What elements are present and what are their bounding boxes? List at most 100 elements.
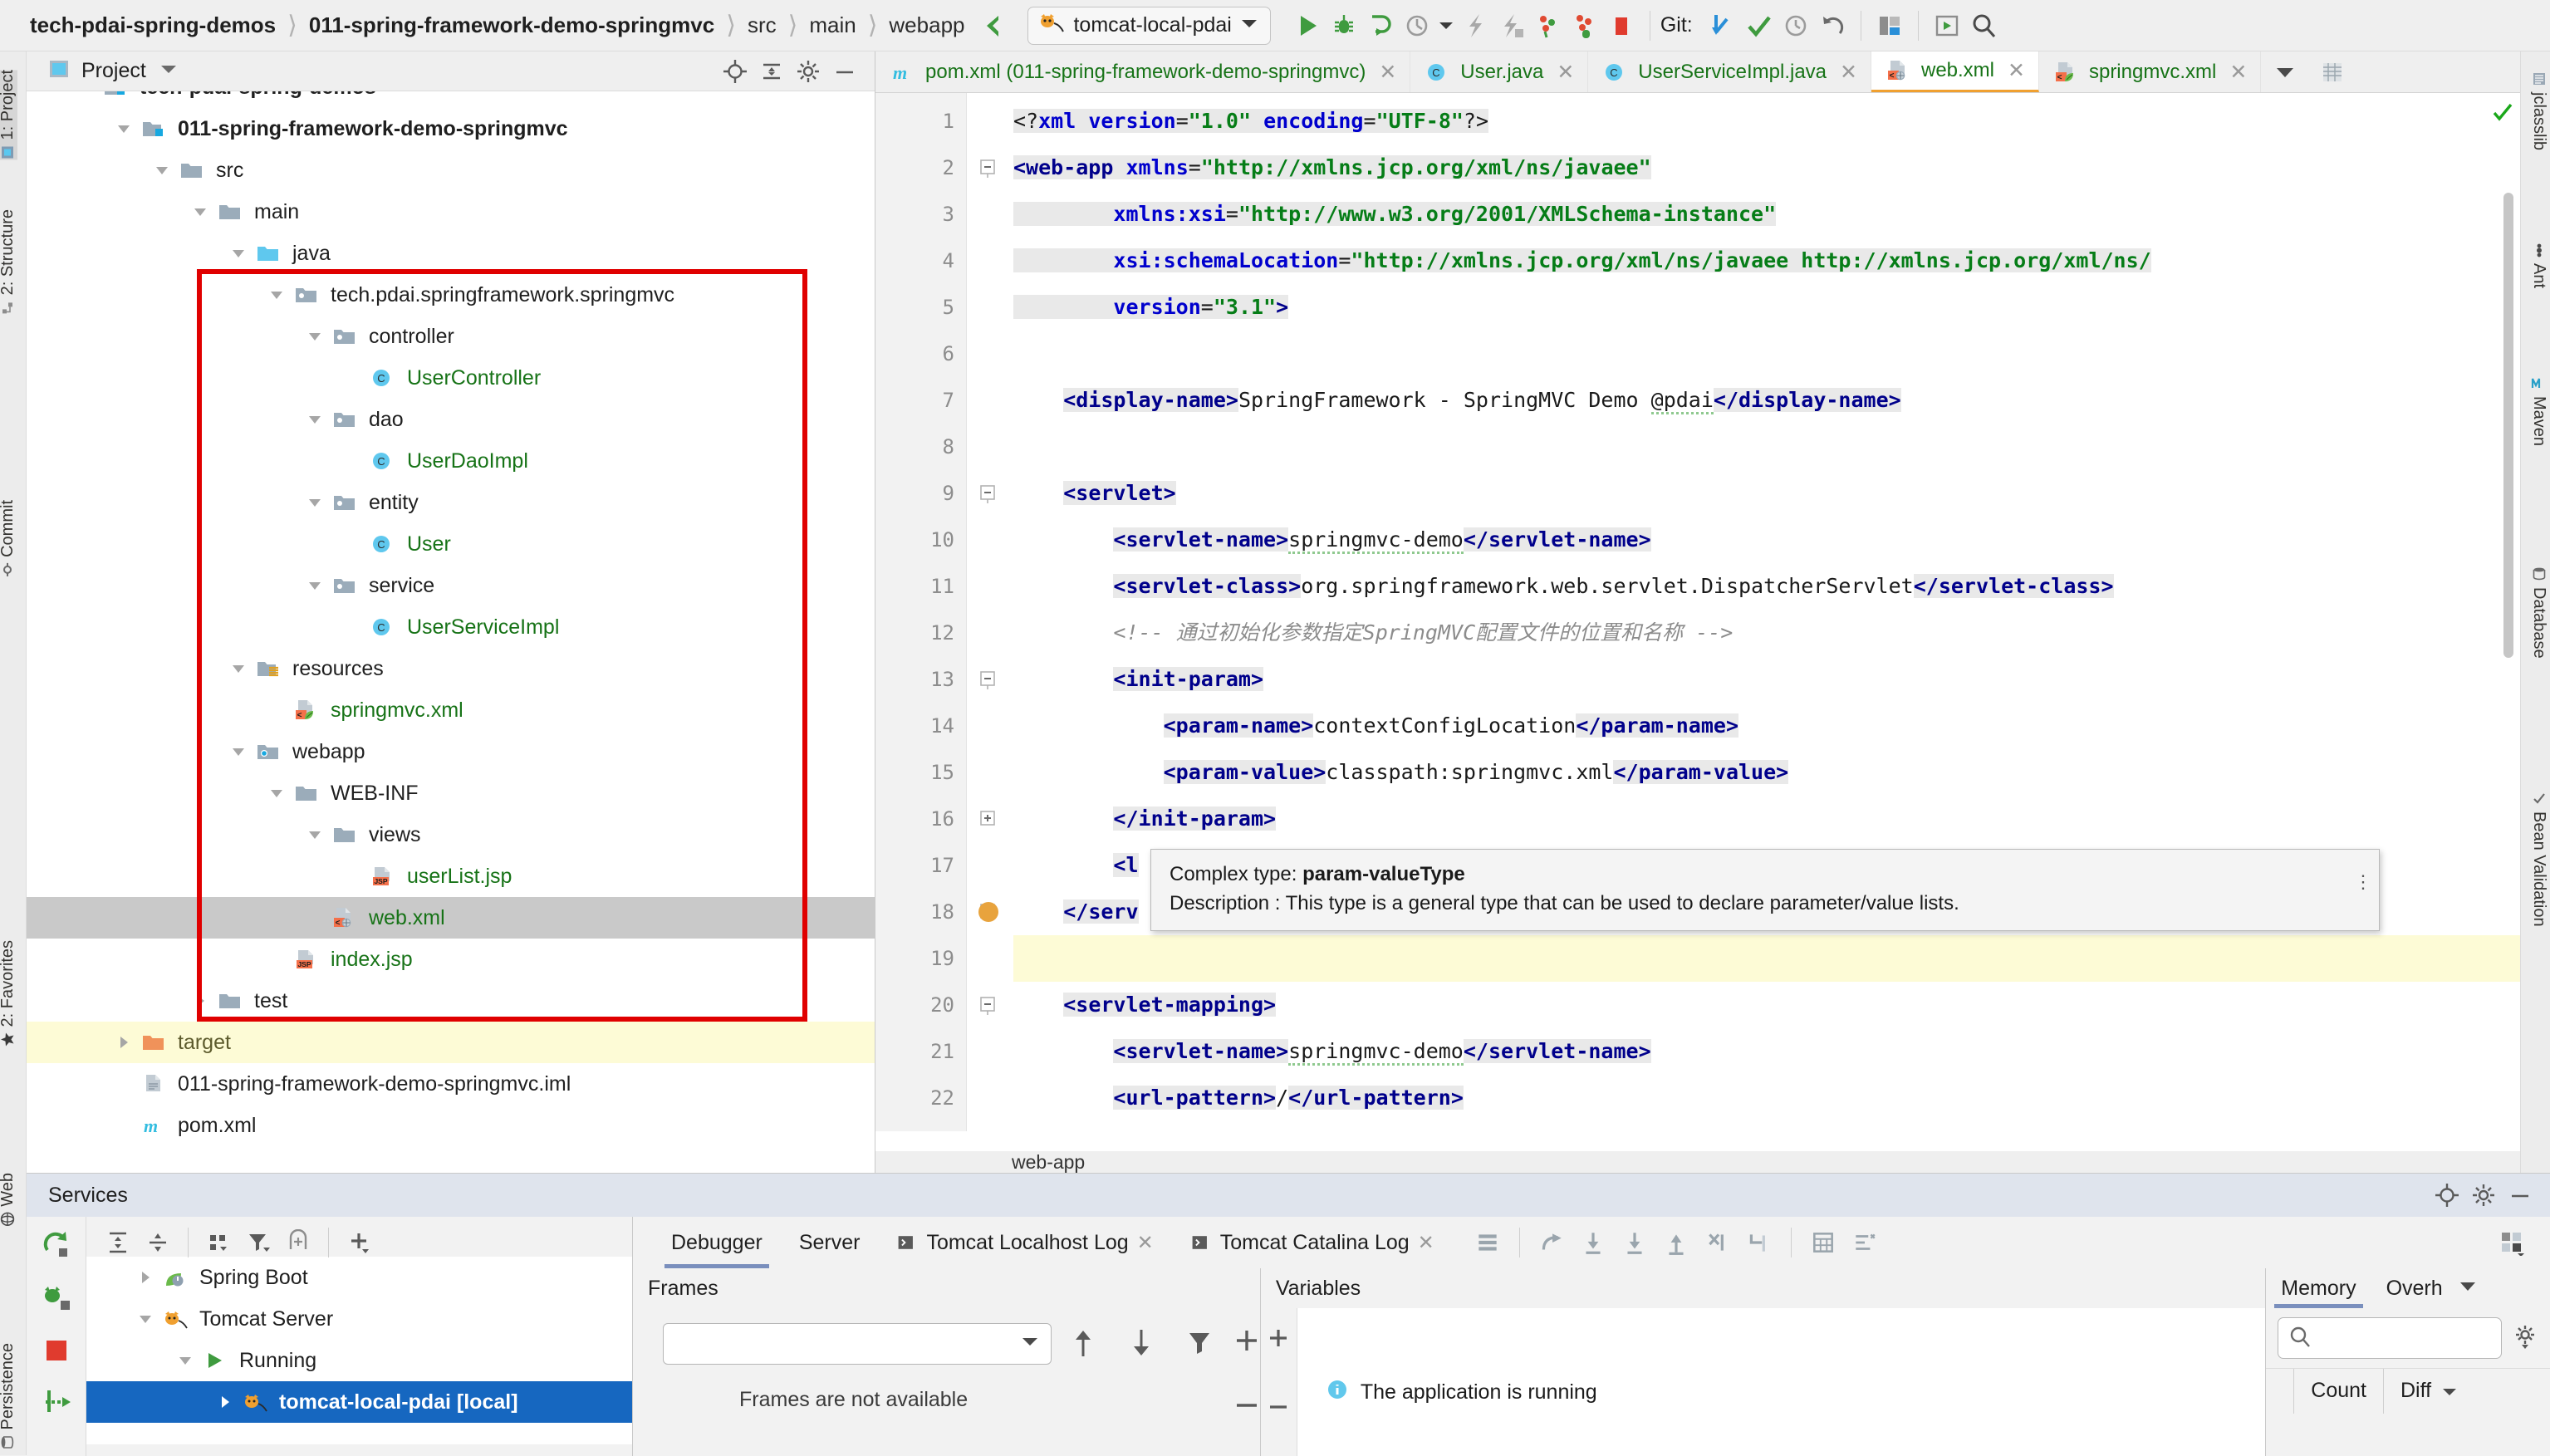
filter-icon[interactable] xyxy=(1185,1328,1214,1362)
tree-expand-arrow[interactable] xyxy=(135,1308,156,1330)
collapse-all-icon[interactable] xyxy=(753,53,790,90)
fold-collapse-icon[interactable] xyxy=(978,995,1000,1017)
code-text[interactable]: <?xml version="1.0" encoding="UTF-8"?><w… xyxy=(1013,93,2520,1131)
chevron-down-icon[interactable] xyxy=(2458,1280,2493,1297)
services-tree-row[interactable]: Spring Boot xyxy=(86,1257,632,1298)
rebuild-icon[interactable] xyxy=(1493,7,1530,44)
tree-row[interactable]: dao xyxy=(27,399,875,440)
stop-red-icon[interactable] xyxy=(42,1336,71,1369)
run-icon[interactable] xyxy=(1289,7,1326,44)
window-layout-icon[interactable] xyxy=(1871,7,1908,44)
tree-row[interactable]: views xyxy=(27,814,875,855)
services-tree-row[interactable]: Tomcat Server xyxy=(86,1298,632,1340)
minimize-icon[interactable] xyxy=(2502,1177,2538,1213)
tree-expand-arrow[interactable] xyxy=(75,91,96,98)
code-line[interactable]: <param-value>classpath:springmvc.xml</pa… xyxy=(1013,749,1788,796)
chevron-down-icon[interactable] xyxy=(159,63,178,79)
layout-settings-icon[interactable] xyxy=(2494,1224,2530,1261)
tree-row[interactable]: test xyxy=(27,980,875,1022)
editor-tab[interactable]: CUserServiceImpl.java✕ xyxy=(1588,51,1871,92)
editor-tab-bar[interactable]: mpom.xml (011-spring-framework-demo-spri… xyxy=(875,51,2520,93)
add-icon[interactable] xyxy=(341,1224,377,1261)
tree-row[interactable]: entity xyxy=(27,482,875,523)
sidebar-item-database[interactable]: Database xyxy=(2529,566,2548,659)
tooltip-more-icon[interactable]: ⋮ xyxy=(2354,878,2372,885)
tree-expand-arrow[interactable] xyxy=(189,990,211,1012)
tree-row[interactable]: <web.xml xyxy=(27,897,875,939)
filter-icon[interactable] xyxy=(240,1224,277,1261)
tree-row[interactable]: <springmvc.xml xyxy=(27,689,875,731)
breadcrumb-item-3[interactable]: main xyxy=(809,12,856,38)
tree-expand-arrow[interactable] xyxy=(266,284,287,306)
code-line[interactable]: <servlet-class>org.springframework.web.s… xyxy=(1013,563,2114,610)
tree-row[interactable]: main xyxy=(27,191,875,233)
update-app-icon[interactable] xyxy=(1530,7,1567,44)
breakpoint-icon[interactable] xyxy=(978,902,998,922)
sidebar-item-bean-validation[interactable]: Bean Validation xyxy=(2529,791,2548,927)
tree-row[interactable]: CUserDaoImpl xyxy=(27,440,875,482)
breadcrumb-item-1[interactable]: 011-spring-framework-demo-springmvc xyxy=(309,12,714,38)
editor-breadcrumb[interactable]: web-app xyxy=(875,1151,2520,1173)
fold-collapse-icon[interactable] xyxy=(978,483,1000,505)
run-with-coverage-icon[interactable] xyxy=(1362,7,1399,44)
editor-tab[interactable]: CUser.java✕ xyxy=(1410,51,1588,92)
tree-row[interactable]: tech-pdai-spring-demos xyxy=(27,91,875,108)
tree-expand-arrow[interactable] xyxy=(113,118,135,140)
code-line[interactable]: xsi:schemaLocation="http://xmlns.jcp.org… xyxy=(1013,238,2151,284)
tab-overhead[interactable]: Overh xyxy=(2371,1268,2458,1308)
code-line[interactable]: <init-param> xyxy=(1013,656,1263,703)
tree-row[interactable]: CUser xyxy=(27,523,875,565)
tree-row[interactable]: src xyxy=(27,150,875,191)
tree-row[interactable]: CUserServiceImpl xyxy=(27,606,875,648)
code-line[interactable]: </init-param> xyxy=(1013,796,1276,842)
run-configuration-selector[interactable]: tomcat-local-pdai xyxy=(1027,7,1270,45)
editor-tab[interactable]: <web.xml✕ xyxy=(1871,51,2039,92)
project-tree[interactable]: tech-pdai-spring-demos011-spring-framewo… xyxy=(27,91,875,1173)
tree-expand-arrow[interactable] xyxy=(228,243,249,264)
add-icon[interactable] xyxy=(1233,1326,1261,1359)
rerun-icon[interactable] xyxy=(41,1228,72,1264)
close-icon[interactable]: ✕ xyxy=(2229,60,2247,85)
tree-row[interactable]: 011-spring-framework-demo-springmvc xyxy=(27,108,875,150)
tree-expand-arrow[interactable] xyxy=(214,1391,236,1413)
inspection-status-icon[interactable] xyxy=(2492,101,2513,128)
tree-expand-arrow[interactable] xyxy=(228,658,249,679)
down-arrow-icon[interactable] xyxy=(1127,1326,1155,1364)
sidebar-item-project[interactable]: 1: Project xyxy=(0,70,17,159)
tree-row[interactable]: service xyxy=(27,565,875,606)
code-line[interactable]: <url-pattern>/</url-pattern> xyxy=(1013,1075,1464,1121)
tree-row[interactable]: JSPindex.jsp xyxy=(27,939,875,980)
services-tree-row[interactable]: tomcat-local-pdai [local] xyxy=(86,1381,632,1423)
tab-memory[interactable]: Memory xyxy=(2266,1268,2371,1308)
gear-icon[interactable] xyxy=(2512,1323,2538,1354)
code-line[interactable]: <servlet> xyxy=(1013,470,1176,517)
editor-tab[interactable]: mpom.xml (011-spring-framework-demo-spri… xyxy=(875,51,1410,92)
close-icon[interactable]: ✕ xyxy=(2008,58,2025,83)
editor-tab[interactable]: <springmvc.xml✕ xyxy=(2039,51,2261,92)
locate-icon[interactable] xyxy=(2429,1177,2465,1213)
code-line[interactable]: <web-app xmlns="http://xmlns.jcp.org/xml… xyxy=(1013,145,1651,191)
tree-expand-arrow[interactable] xyxy=(189,201,211,223)
debugger-tab[interactable]: Server xyxy=(781,1217,879,1268)
build-icon[interactable] xyxy=(1457,7,1493,44)
tree-row[interactable]: resources xyxy=(27,648,875,689)
add-icon[interactable] xyxy=(1267,1326,1290,1354)
sidebar-item-persistence[interactable]: Persistence xyxy=(0,1343,17,1450)
debugger-tab[interactable]: Tomcat Localhost Log✕ xyxy=(878,1217,1171,1268)
code-line[interactable]: <display-name>SpringFramework - SpringMV… xyxy=(1013,377,1901,424)
step-into-icon[interactable] xyxy=(1575,1224,1611,1261)
close-icon[interactable]: ✕ xyxy=(1379,60,1396,85)
tree-expand-arrow[interactable] xyxy=(151,159,173,181)
deploy-arrow-icon[interactable] xyxy=(41,1387,72,1423)
mute-breakpoints-icon[interactable] xyxy=(1469,1224,1506,1261)
tree-expand-arrow[interactable] xyxy=(174,1350,196,1371)
tree-row[interactable]: webapp xyxy=(27,731,875,772)
show-icon[interactable] xyxy=(280,1224,316,1261)
sidebar-item-ant[interactable]: Ant xyxy=(2529,243,2548,288)
minimize-icon[interactable] xyxy=(826,53,863,90)
code-line[interactable]: version="3.1"> xyxy=(1013,284,1288,331)
chevron-down-icon[interactable] xyxy=(1021,1336,1039,1351)
code-editor[interactable]: 12345678910111213141516171819202122 <?xm… xyxy=(875,93,2520,1131)
code-line[interactable]: <?xml version="1.0" encoding="UTF-8"?> xyxy=(1013,98,1488,145)
fold-collapse-icon[interactable] xyxy=(978,669,1000,691)
